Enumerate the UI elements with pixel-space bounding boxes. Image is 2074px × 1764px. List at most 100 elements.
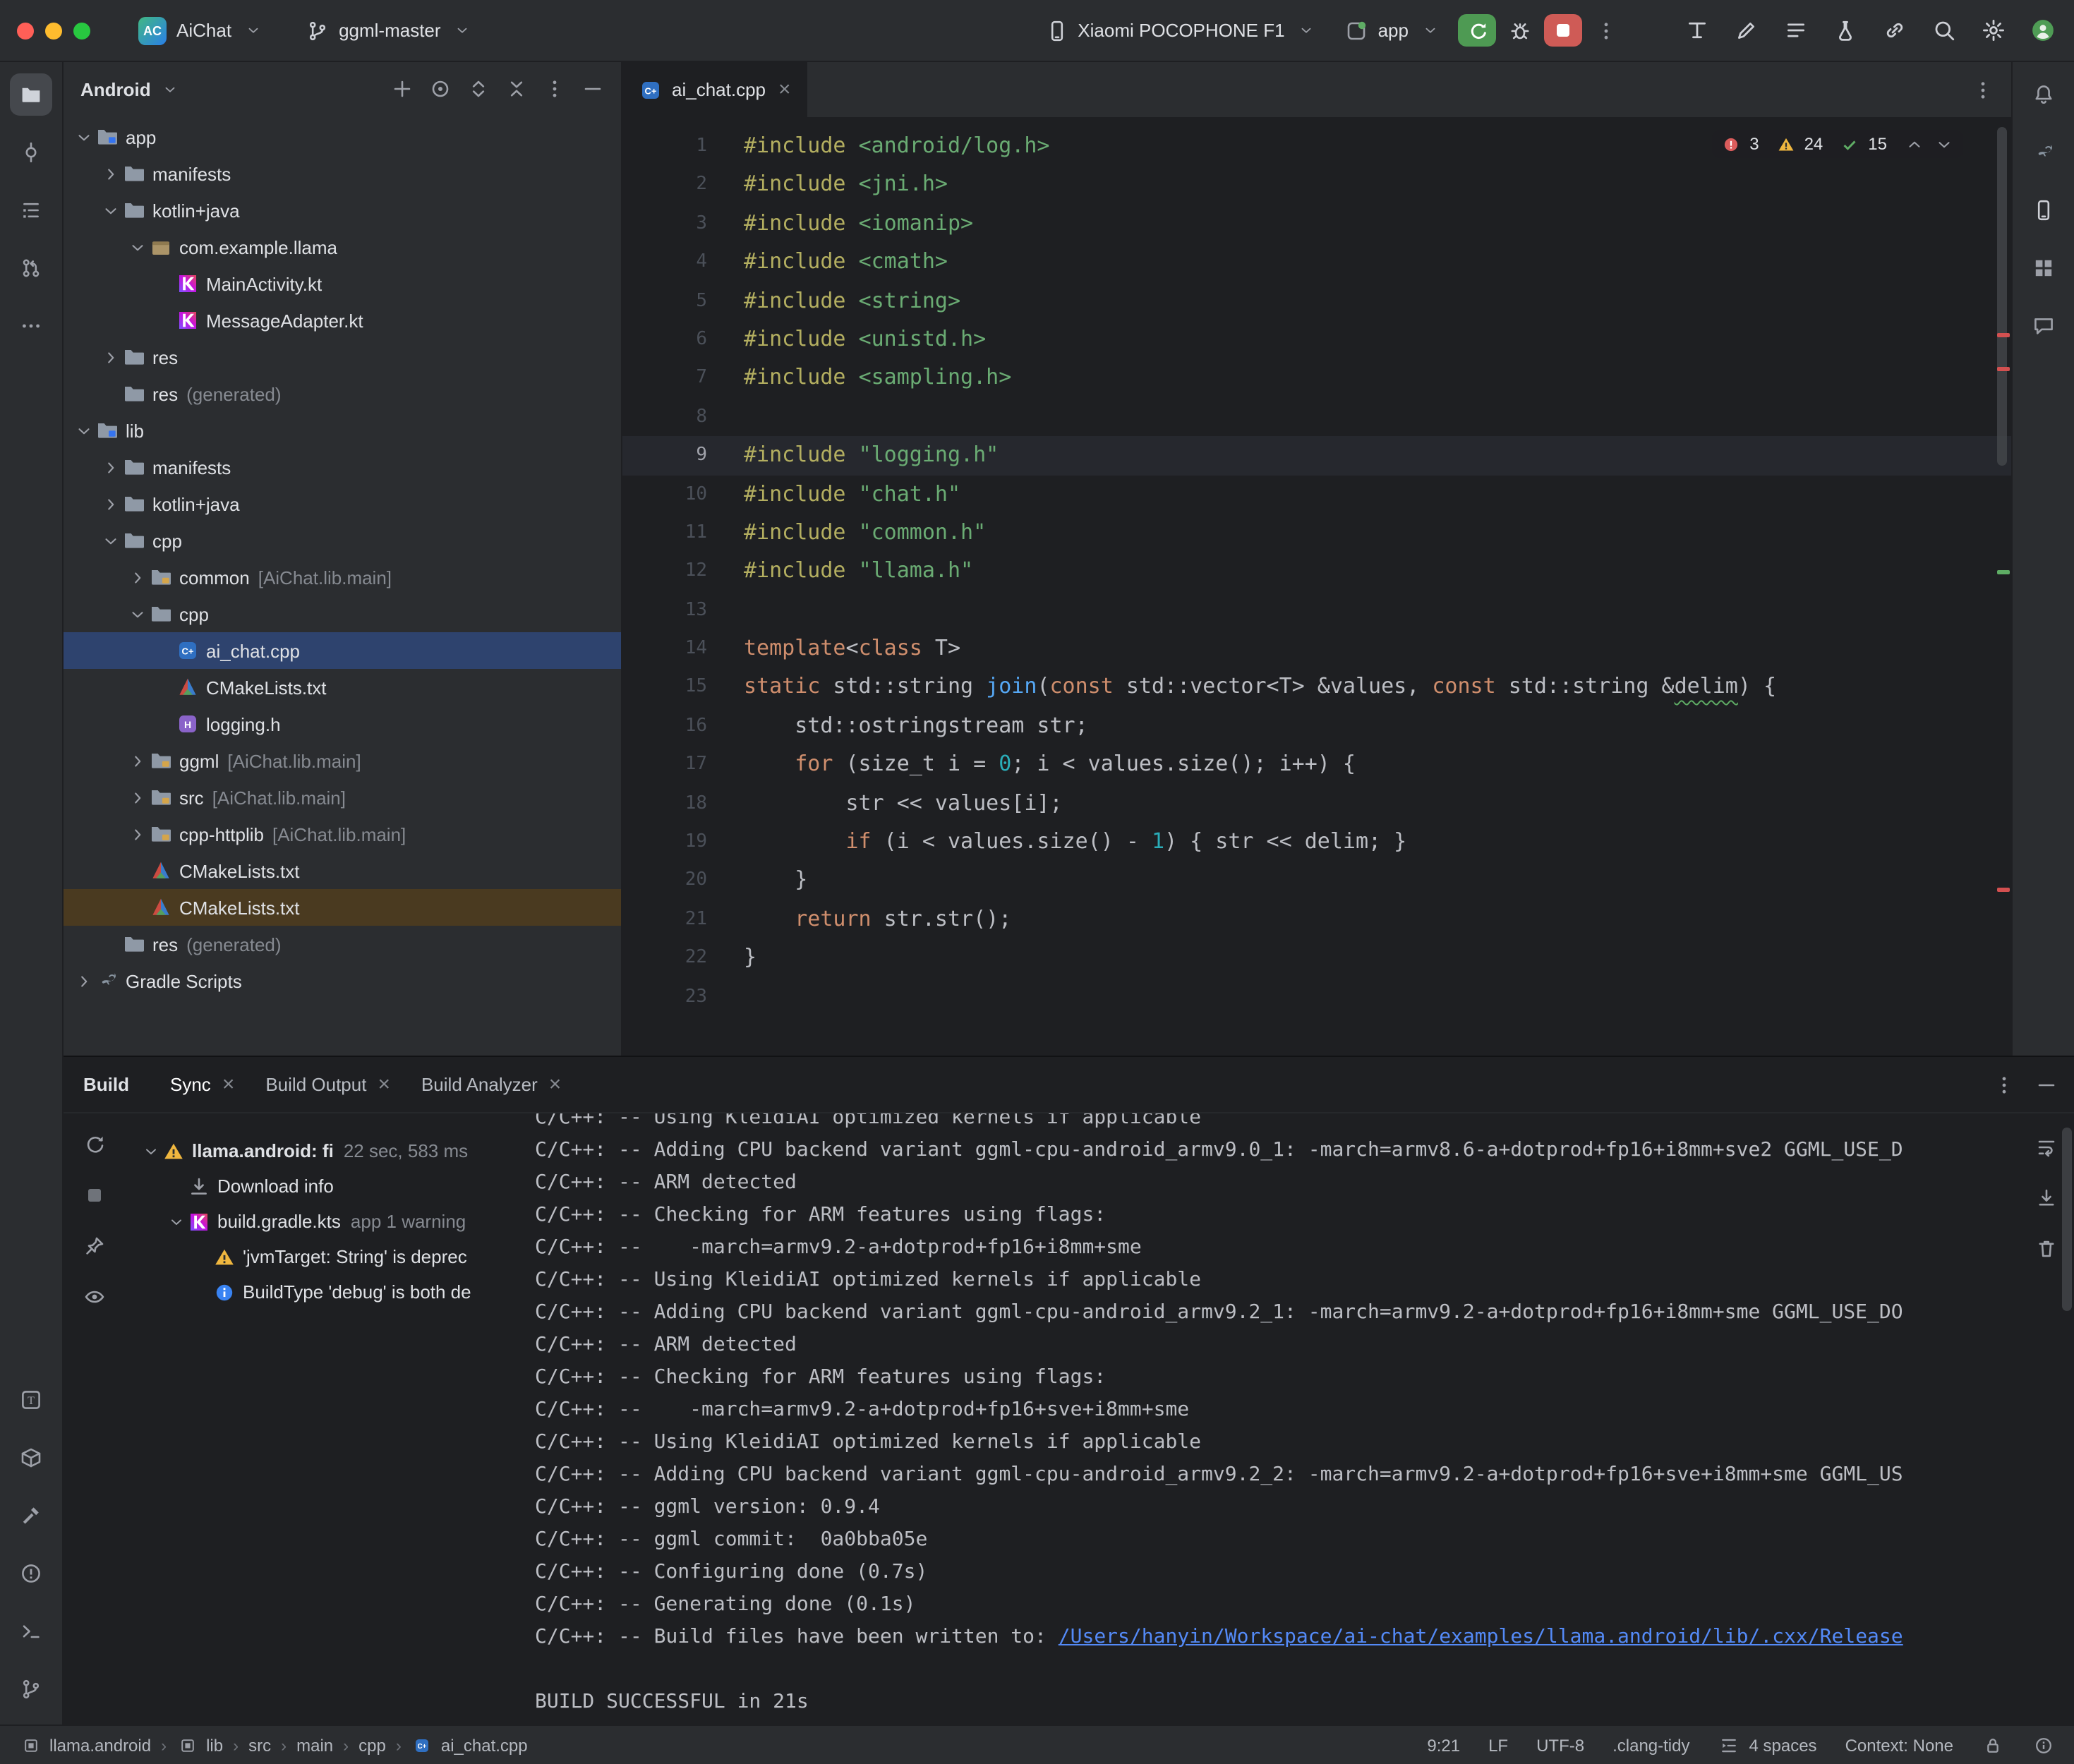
pin-tab-button[interactable] — [83, 1235, 106, 1262]
tree-item-manifests[interactable]: manifests — [64, 449, 621, 485]
build-panel-title[interactable]: Build — [83, 1074, 129, 1095]
close-tab-icon[interactable]: × — [378, 1074, 390, 1095]
code-line-4[interactable]: 4#include <cmath> — [622, 243, 2011, 282]
zoom-window-button[interactable] — [73, 22, 90, 39]
panel-options-button[interactable] — [538, 72, 572, 106]
version-control-tool-button[interactable] — [10, 1668, 52, 1710]
select-opened-file-button[interactable] — [423, 72, 457, 106]
settings-icon[interactable] — [1980, 18, 2006, 43]
build-tree-item-build-gradle-kts[interactable]: build.gradle.ktsapp 1 warning — [126, 1204, 532, 1239]
previous-problem-icon[interactable] — [1903, 133, 1925, 155]
build-tool-button[interactable] — [10, 1494, 52, 1537]
tree-item-app[interactable]: app — [64, 119, 621, 155]
run-configuration-selector[interactable]: app — [1334, 13, 1452, 47]
device-mirroring-icon[interactable] — [1881, 18, 1907, 43]
structure-tool-button[interactable] — [10, 189, 52, 231]
add-button[interactable] — [385, 72, 419, 106]
soft-wrap-button[interactable] — [2035, 1136, 2058, 1164]
code-line-2[interactable]: 2#include <jni.h> — [622, 166, 2011, 205]
code-editor[interactable]: 1#include <android/log.h>2#include <jni.… — [622, 119, 2011, 1056]
clear-console-button[interactable] — [2035, 1238, 2058, 1266]
stop-build-button[interactable] — [83, 1184, 106, 1211]
editor-tab-ai-chat-cpp[interactable]: C+ ai_chat.cpp × — [622, 62, 808, 117]
code-line-14[interactable]: 14template<class T> — [622, 629, 2011, 668]
code-line-15[interactable]: 15static std::string join(const std::vec… — [622, 668, 2011, 707]
code-line-6[interactable]: 6#include <unistd.h> — [622, 320, 2011, 359]
vcs-stripe-mark[interactable] — [1997, 570, 2010, 574]
tree-item-cmakelists-txt[interactable]: CMakeLists.txt — [64, 669, 621, 706]
tree-item-src[interactable]: src[AiChat.lib.main] — [64, 779, 621, 816]
file-encoding-widget[interactable]: UTF-8 — [1536, 1735, 1584, 1755]
console-link[interactable]: /Users/hanyin/Workspace/ai-chat/examples… — [1059, 1626, 1903, 1648]
ide-status-widget[interactable] — [2032, 1734, 2055, 1756]
build-tree-item-llama-android-fi[interactable]: llama.android: fi22 sec, 583 ms — [126, 1133, 532, 1168]
breadcrumb-src[interactable]: src — [248, 1735, 271, 1755]
more-tool-windows-button[interactable] — [10, 305, 52, 347]
tree-item-res[interactable]: res(generated) — [64, 375, 621, 412]
project-tool-button[interactable] — [10, 73, 52, 116]
read-only-toggle-widget[interactable] — [1982, 1734, 2004, 1756]
chevron-right-icon[interactable] — [126, 788, 150, 807]
code-line-17[interactable]: 17 for (size_t i = 0; i < values.size();… — [622, 746, 2011, 785]
chevron-down-icon[interactable] — [126, 238, 150, 256]
app-quality-insights-tool-button[interactable] — [2022, 305, 2065, 347]
minimize-window-button[interactable] — [45, 22, 62, 39]
chevron-down-icon[interactable] — [72, 128, 96, 146]
todo-list-icon[interactable] — [1783, 18, 1808, 43]
build-tree-item-download-info[interactable]: Download info — [126, 1168, 532, 1204]
tree-item-com-example-llama[interactable]: com.example.llama — [64, 229, 621, 265]
breadcrumb-ai-chat-cpp[interactable]: C+ai_chat.cpp — [411, 1734, 528, 1756]
code-line-21[interactable]: 21 return str.str(); — [622, 900, 2011, 939]
code-line-16[interactable]: 16 std::ostringstream str; — [622, 707, 2011, 746]
tree-item-cpp[interactable]: cpp — [64, 596, 621, 632]
scroll-to-end-button[interactable] — [2035, 1187, 2058, 1215]
project-view-selector[interactable]: Android — [80, 78, 151, 99]
pull-requests-tool-button[interactable] — [10, 247, 52, 289]
chevron-right-icon[interactable] — [99, 495, 123, 513]
terminal-tool-button[interactable] — [10, 1610, 52, 1653]
tree-item-cpp[interactable]: cpp — [64, 522, 621, 559]
build-tree-item-jvmtarget-string-is-deprec[interactable]: 'jvmTarget: String' is deprec — [126, 1239, 532, 1274]
code-line-9[interactable]: 9#include "logging.h" — [622, 436, 2011, 475]
stop-button[interactable] — [1544, 14, 1582, 47]
code-line-7[interactable]: 7#include <sampling.h> — [622, 359, 2011, 398]
build-tab-build-output[interactable]: Build Output× — [250, 1057, 406, 1112]
editor-options-icon[interactable] — [1972, 78, 1994, 101]
error-stripe-mark[interactable] — [1997, 367, 2010, 371]
close-window-button[interactable] — [17, 22, 34, 39]
vcs-branch-selector[interactable]: ggml-master — [295, 13, 485, 47]
code-line-19[interactable]: 19 if (i < values.size() - 1) { str << d… — [622, 823, 2011, 862]
project-selector[interactable]: AC AiChat — [127, 11, 275, 50]
chevron-right-icon[interactable] — [72, 972, 96, 990]
tree-item-mainactivity-kt[interactable]: MainActivity.kt — [64, 265, 621, 302]
code-line-20[interactable]: 20 } — [622, 862, 2011, 900]
editor-scrollbar[interactable] — [1997, 127, 2007, 466]
build-console[interactable]: C/C++: -- Using KleidiAI optimized kerne… — [532, 1113, 2074, 1724]
debug-button[interactable] — [1502, 13, 1538, 47]
breadcrumb-lib[interactable]: lib — [176, 1734, 223, 1756]
chevron-right-icon[interactable] — [126, 751, 150, 770]
breadcrumb-cpp[interactable]: cpp — [358, 1735, 386, 1755]
line-separator-widget[interactable]: LF — [1488, 1735, 1508, 1755]
rerun-button[interactable] — [1458, 14, 1496, 47]
inspections-widget[interactable]: 3 24 15 — [1711, 130, 1963, 158]
chevron-down-icon[interactable] — [159, 78, 182, 100]
build-options-icon[interactable] — [1993, 1073, 2015, 1096]
device-selector[interactable]: Xiaomi POCOPHONE F1 — [1034, 13, 1328, 47]
build-tab-sync[interactable]: Sync× — [155, 1057, 250, 1112]
tree-item-cmakelists-txt[interactable]: CMakeLists.txt — [64, 852, 621, 889]
close-tab-icon[interactable]: × — [222, 1074, 235, 1095]
code-line-3[interactable]: 3#include <iomanip> — [622, 205, 2011, 243]
code-line-13[interactable]: 13 — [622, 591, 2011, 629]
chevron-down-icon[interactable] — [126, 605, 150, 623]
indent-style-widget[interactable]: 4 spaces — [1718, 1734, 1817, 1756]
tree-item-res[interactable]: res — [64, 339, 621, 375]
translate-action-icon[interactable] — [1684, 18, 1709, 43]
expand-all-button[interactable] — [462, 72, 495, 106]
chevron-right-icon[interactable] — [126, 568, 150, 586]
view-options-button[interactable] — [83, 1286, 106, 1312]
error-stripe-mark[interactable] — [1997, 333, 2010, 337]
tree-item-ggml[interactable]: ggml[AiChat.lib.main] — [64, 742, 621, 779]
profiler-icon[interactable] — [1832, 18, 1857, 43]
caret-position-widget[interactable]: 9:21 — [1427, 1735, 1460, 1755]
